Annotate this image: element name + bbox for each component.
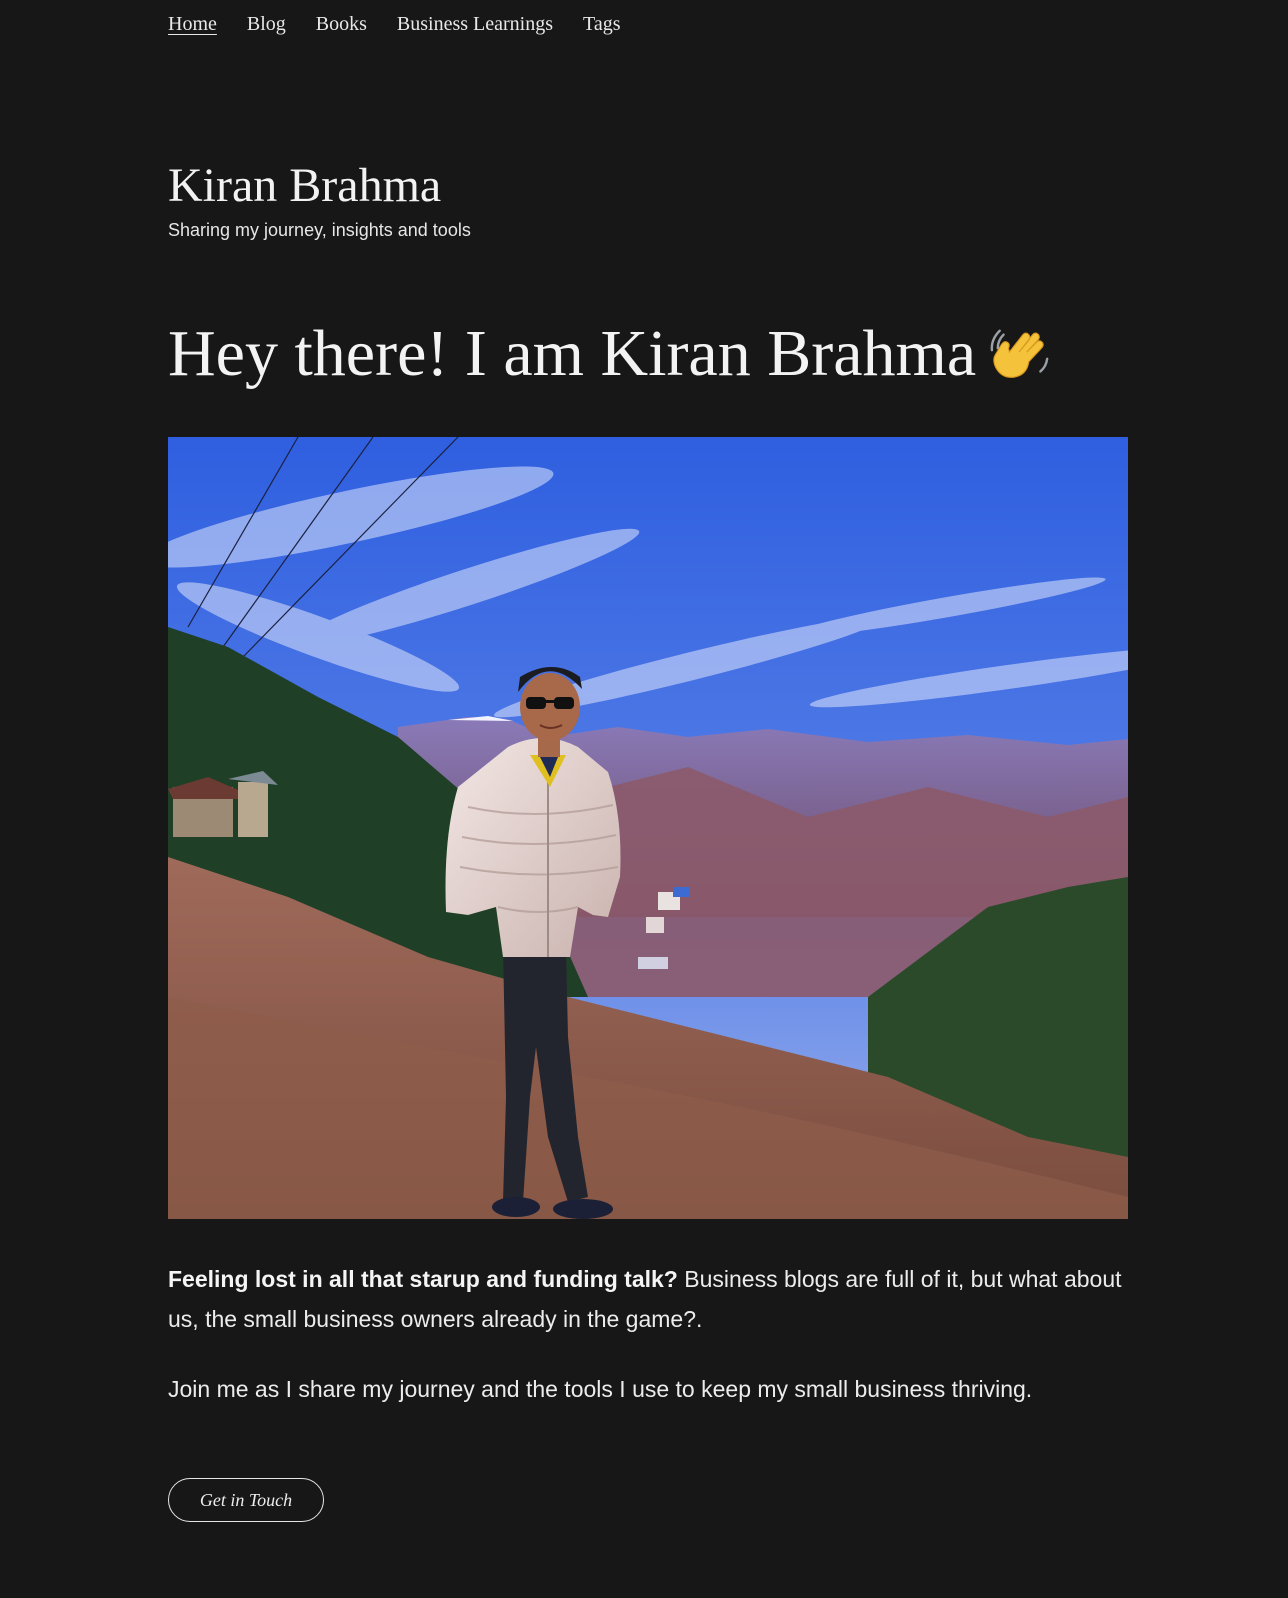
waving-hand-icon bbox=[990, 323, 1052, 385]
get-in-touch-button[interactable]: Get in Touch bbox=[168, 1478, 324, 1522]
nav-item-blog[interactable]: Blog bbox=[247, 10, 286, 38]
site-title[interactable]: Kiran Brahma bbox=[168, 158, 441, 214]
intro-second-paragraph: Join me as I share my journey and the to… bbox=[168, 1376, 1033, 1402]
intro-paragraph: Feeling lost in all that starup and fund… bbox=[168, 1259, 1128, 1339]
hero-heading: Hey there! I am Kiran Brahma bbox=[168, 314, 1052, 394]
nav-item-tags[interactable]: Tags bbox=[583, 10, 620, 38]
intro-bold-lead: Feeling lost in all that starup and fund… bbox=[168, 1266, 678, 1292]
hero-photo bbox=[168, 437, 1128, 1219]
nav-item-home[interactable]: Home bbox=[168, 10, 217, 38]
hero-heading-text: Hey there! I am Kiran Brahma bbox=[168, 317, 977, 390]
site-tagline: Sharing my journey, insights and tools bbox=[168, 220, 471, 240]
nav-item-books[interactable]: Books bbox=[316, 10, 367, 38]
main-nav: Home Blog Books Business Learnings Tags bbox=[168, 10, 621, 38]
nav-item-business-learnings[interactable]: Business Learnings bbox=[397, 10, 553, 38]
